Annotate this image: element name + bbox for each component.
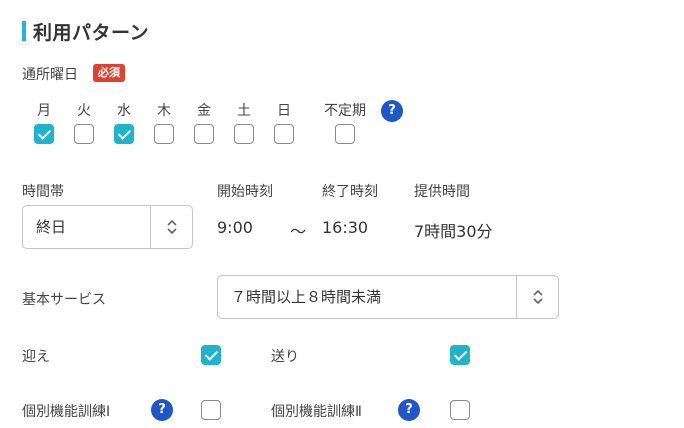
start-time-label: 開始時刻 xyxy=(217,184,273,200)
day-tuesday-checkbox[interactable] xyxy=(74,124,94,144)
day-thursday: 木 xyxy=(144,100,184,146)
training1-checkbox[interactable] xyxy=(201,400,221,420)
basic-service-select[interactable]: ７時間以上８時間未満 xyxy=(217,275,559,319)
day-label: 月 xyxy=(37,103,51,119)
day-thursday-checkbox[interactable] xyxy=(154,124,174,144)
day-label: 木 xyxy=(157,103,171,119)
time-band-value: 終日 xyxy=(36,218,67,236)
day-monday: 月 xyxy=(24,100,64,146)
dropoff-label: 送り xyxy=(271,349,299,365)
time-band-select[interactable]: 終日 xyxy=(22,205,193,249)
day-label: 金 xyxy=(197,103,211,119)
end-time-label: 終了時刻 xyxy=(322,184,378,200)
basic-service-label: 基本サービス xyxy=(22,292,106,308)
time-band-label: 時間帯 xyxy=(22,184,64,200)
day-irregular-checkbox[interactable] xyxy=(335,124,355,144)
duration-label: 提供時間 xyxy=(414,184,470,200)
training2-label: 個別機能訓練Ⅱ xyxy=(271,404,362,420)
start-time-value: 9:00 xyxy=(217,218,253,237)
day-label: 水 xyxy=(117,103,131,119)
section-title: 利用パターン xyxy=(22,20,150,44)
day-sunday: 日 xyxy=(264,100,304,146)
day-saturday-checkbox[interactable] xyxy=(234,124,254,144)
dropoff-checkbox[interactable] xyxy=(450,345,470,365)
pickup-checkbox[interactable] xyxy=(201,345,221,365)
select-chevron-icon xyxy=(150,206,192,248)
day-tuesday: 火 xyxy=(64,100,104,146)
day-wednesday: 水 xyxy=(104,100,144,146)
day-irregular: 不定期 xyxy=(316,100,374,146)
section-title-text: 利用パターン xyxy=(33,21,150,44)
day-label: 日 xyxy=(277,103,291,119)
time-separator: 〜 xyxy=(290,222,307,241)
pickup-label: 迎え xyxy=(22,349,50,365)
day-saturday: 土 xyxy=(224,100,264,146)
training1-label: 個別機能訓練Ⅰ xyxy=(22,404,111,420)
training2-help-icon[interactable]: ? xyxy=(398,399,420,421)
end-time-value: 16:30 xyxy=(322,218,369,237)
section-title-bar xyxy=(22,21,26,41)
days-field-label: 通所曜日 xyxy=(22,67,78,83)
day-friday-checkbox[interactable] xyxy=(194,124,214,144)
required-badge: 必須 xyxy=(93,64,125,82)
duration-value: 7時間30分 xyxy=(414,222,493,241)
day-monday-checkbox[interactable] xyxy=(34,124,54,144)
day-sunday-checkbox[interactable] xyxy=(274,124,294,144)
training2-checkbox[interactable] xyxy=(450,400,470,420)
day-friday: 金 xyxy=(184,100,224,146)
day-wednesday-checkbox[interactable] xyxy=(114,124,134,144)
select-chevron-icon xyxy=(516,276,558,318)
irregular-help-icon[interactable]: ? xyxy=(381,100,403,122)
day-label: 土 xyxy=(237,103,251,119)
basic-service-value: ７時間以上８時間未満 xyxy=(231,288,382,306)
day-label: 不定期 xyxy=(324,103,366,119)
training1-help-icon[interactable]: ? xyxy=(151,399,173,421)
day-label: 火 xyxy=(77,103,91,119)
